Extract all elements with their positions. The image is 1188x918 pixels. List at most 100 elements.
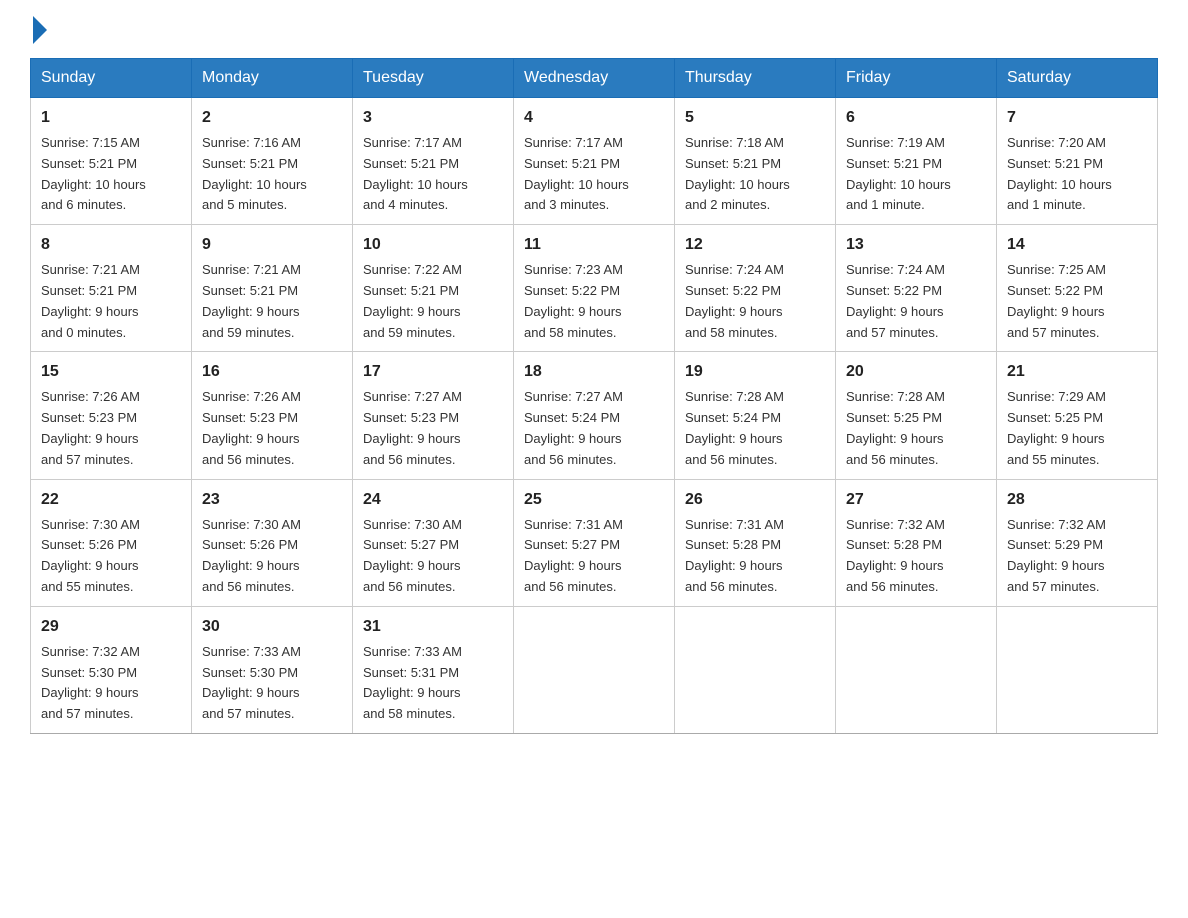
calendar-cell: 19 Sunrise: 7:28 AMSunset: 5:24 PMDaylig… — [675, 352, 836, 479]
cell-content: Sunrise: 7:21 AMSunset: 5:21 PMDaylight:… — [202, 260, 342, 343]
day-number: 9 — [202, 233, 342, 257]
day-number: 3 — [363, 106, 503, 130]
calendar-cell: 21 Sunrise: 7:29 AMSunset: 5:25 PMDaylig… — [997, 352, 1158, 479]
calendar-week-row: 22 Sunrise: 7:30 AMSunset: 5:26 PMDaylig… — [31, 479, 1158, 606]
cell-content: Sunrise: 7:16 AMSunset: 5:21 PMDaylight:… — [202, 133, 342, 216]
cell-content: Sunrise: 7:30 AMSunset: 5:26 PMDaylight:… — [41, 515, 181, 598]
calendar-cell: 11 Sunrise: 7:23 AMSunset: 5:22 PMDaylig… — [514, 225, 675, 352]
cell-content: Sunrise: 7:19 AMSunset: 5:21 PMDaylight:… — [846, 133, 986, 216]
day-number: 12 — [685, 233, 825, 257]
cell-content: Sunrise: 7:29 AMSunset: 5:25 PMDaylight:… — [1007, 387, 1147, 470]
day-number: 27 — [846, 488, 986, 512]
calendar-cell: 17 Sunrise: 7:27 AMSunset: 5:23 PMDaylig… — [353, 352, 514, 479]
cell-content: Sunrise: 7:17 AMSunset: 5:21 PMDaylight:… — [363, 133, 503, 216]
day-number: 2 — [202, 106, 342, 130]
calendar-cell: 22 Sunrise: 7:30 AMSunset: 5:26 PMDaylig… — [31, 479, 192, 606]
day-number: 1 — [41, 106, 181, 130]
calendar-table: SundayMondayTuesdayWednesdayThursdayFrid… — [30, 58, 1158, 734]
calendar-cell: 27 Sunrise: 7:32 AMSunset: 5:28 PMDaylig… — [836, 479, 997, 606]
calendar-cell — [836, 606, 997, 733]
cell-content: Sunrise: 7:21 AMSunset: 5:21 PMDaylight:… — [41, 260, 181, 343]
day-number: 15 — [41, 360, 181, 384]
calendar-cell: 12 Sunrise: 7:24 AMSunset: 5:22 PMDaylig… — [675, 225, 836, 352]
day-number: 17 — [363, 360, 503, 384]
calendar-cell — [675, 606, 836, 733]
cell-content: Sunrise: 7:32 AMSunset: 5:28 PMDaylight:… — [846, 515, 986, 598]
weekday-header-friday: Friday — [836, 59, 997, 98]
weekday-header-tuesday: Tuesday — [353, 59, 514, 98]
day-number: 29 — [41, 615, 181, 639]
cell-content: Sunrise: 7:24 AMSunset: 5:22 PMDaylight:… — [846, 260, 986, 343]
day-number: 24 — [363, 488, 503, 512]
logo — [30, 20, 47, 40]
day-number: 16 — [202, 360, 342, 384]
calendar-cell: 23 Sunrise: 7:30 AMSunset: 5:26 PMDaylig… — [192, 479, 353, 606]
cell-content: Sunrise: 7:20 AMSunset: 5:21 PMDaylight:… — [1007, 133, 1147, 216]
calendar-cell — [997, 606, 1158, 733]
day-number: 22 — [41, 488, 181, 512]
cell-content: Sunrise: 7:28 AMSunset: 5:24 PMDaylight:… — [685, 387, 825, 470]
calendar-week-row: 29 Sunrise: 7:32 AMSunset: 5:30 PMDaylig… — [31, 606, 1158, 733]
calendar-cell: 6 Sunrise: 7:19 AMSunset: 5:21 PMDayligh… — [836, 98, 997, 225]
weekday-header-monday: Monday — [192, 59, 353, 98]
calendar-cell: 7 Sunrise: 7:20 AMSunset: 5:21 PMDayligh… — [997, 98, 1158, 225]
calendar-week-row: 8 Sunrise: 7:21 AMSunset: 5:21 PMDayligh… — [31, 225, 1158, 352]
calendar-cell: 8 Sunrise: 7:21 AMSunset: 5:21 PMDayligh… — [31, 225, 192, 352]
day-number: 14 — [1007, 233, 1147, 257]
cell-content: Sunrise: 7:30 AMSunset: 5:27 PMDaylight:… — [363, 515, 503, 598]
day-number: 21 — [1007, 360, 1147, 384]
day-number: 19 — [685, 360, 825, 384]
calendar-week-row: 1 Sunrise: 7:15 AMSunset: 5:21 PMDayligh… — [31, 98, 1158, 225]
day-number: 10 — [363, 233, 503, 257]
cell-content: Sunrise: 7:33 AMSunset: 5:30 PMDaylight:… — [202, 642, 342, 725]
cell-content: Sunrise: 7:31 AMSunset: 5:28 PMDaylight:… — [685, 515, 825, 598]
day-number: 11 — [524, 233, 664, 257]
cell-content: Sunrise: 7:17 AMSunset: 5:21 PMDaylight:… — [524, 133, 664, 216]
day-number: 6 — [846, 106, 986, 130]
calendar-cell — [514, 606, 675, 733]
day-number: 20 — [846, 360, 986, 384]
cell-content: Sunrise: 7:26 AMSunset: 5:23 PMDaylight:… — [41, 387, 181, 470]
calendar-cell: 14 Sunrise: 7:25 AMSunset: 5:22 PMDaylig… — [997, 225, 1158, 352]
calendar-cell: 30 Sunrise: 7:33 AMSunset: 5:30 PMDaylig… — [192, 606, 353, 733]
calendar-cell: 26 Sunrise: 7:31 AMSunset: 5:28 PMDaylig… — [675, 479, 836, 606]
calendar-cell: 13 Sunrise: 7:24 AMSunset: 5:22 PMDaylig… — [836, 225, 997, 352]
day-number: 5 — [685, 106, 825, 130]
day-number: 26 — [685, 488, 825, 512]
day-number: 18 — [524, 360, 664, 384]
weekday-header-wednesday: Wednesday — [514, 59, 675, 98]
cell-content: Sunrise: 7:32 AMSunset: 5:30 PMDaylight:… — [41, 642, 181, 725]
cell-content: Sunrise: 7:31 AMSunset: 5:27 PMDaylight:… — [524, 515, 664, 598]
cell-content: Sunrise: 7:25 AMSunset: 5:22 PMDaylight:… — [1007, 260, 1147, 343]
header — [30, 20, 1158, 40]
cell-content: Sunrise: 7:18 AMSunset: 5:21 PMDaylight:… — [685, 133, 825, 216]
calendar-cell: 1 Sunrise: 7:15 AMSunset: 5:21 PMDayligh… — [31, 98, 192, 225]
calendar-cell: 31 Sunrise: 7:33 AMSunset: 5:31 PMDaylig… — [353, 606, 514, 733]
day-number: 30 — [202, 615, 342, 639]
weekday-header-thursday: Thursday — [675, 59, 836, 98]
calendar-cell: 4 Sunrise: 7:17 AMSunset: 5:21 PMDayligh… — [514, 98, 675, 225]
calendar-cell: 15 Sunrise: 7:26 AMSunset: 5:23 PMDaylig… — [31, 352, 192, 479]
calendar-cell: 24 Sunrise: 7:30 AMSunset: 5:27 PMDaylig… — [353, 479, 514, 606]
calendar-cell: 10 Sunrise: 7:22 AMSunset: 5:21 PMDaylig… — [353, 225, 514, 352]
calendar-cell: 16 Sunrise: 7:26 AMSunset: 5:23 PMDaylig… — [192, 352, 353, 479]
cell-content: Sunrise: 7:30 AMSunset: 5:26 PMDaylight:… — [202, 515, 342, 598]
calendar-cell: 9 Sunrise: 7:21 AMSunset: 5:21 PMDayligh… — [192, 225, 353, 352]
calendar-cell: 3 Sunrise: 7:17 AMSunset: 5:21 PMDayligh… — [353, 98, 514, 225]
weekday-header-saturday: Saturday — [997, 59, 1158, 98]
cell-content: Sunrise: 7:28 AMSunset: 5:25 PMDaylight:… — [846, 387, 986, 470]
cell-content: Sunrise: 7:24 AMSunset: 5:22 PMDaylight:… — [685, 260, 825, 343]
calendar-week-row: 15 Sunrise: 7:26 AMSunset: 5:23 PMDaylig… — [31, 352, 1158, 479]
cell-content: Sunrise: 7:27 AMSunset: 5:23 PMDaylight:… — [363, 387, 503, 470]
calendar-cell: 20 Sunrise: 7:28 AMSunset: 5:25 PMDaylig… — [836, 352, 997, 479]
day-number: 25 — [524, 488, 664, 512]
cell-content: Sunrise: 7:22 AMSunset: 5:21 PMDaylight:… — [363, 260, 503, 343]
day-number: 31 — [363, 615, 503, 639]
calendar-cell: 18 Sunrise: 7:27 AMSunset: 5:24 PMDaylig… — [514, 352, 675, 479]
day-number: 8 — [41, 233, 181, 257]
day-number: 13 — [846, 233, 986, 257]
calendar-cell: 2 Sunrise: 7:16 AMSunset: 5:21 PMDayligh… — [192, 98, 353, 225]
calendar-cell: 28 Sunrise: 7:32 AMSunset: 5:29 PMDaylig… — [997, 479, 1158, 606]
cell-content: Sunrise: 7:15 AMSunset: 5:21 PMDaylight:… — [41, 133, 181, 216]
weekday-header-sunday: Sunday — [31, 59, 192, 98]
